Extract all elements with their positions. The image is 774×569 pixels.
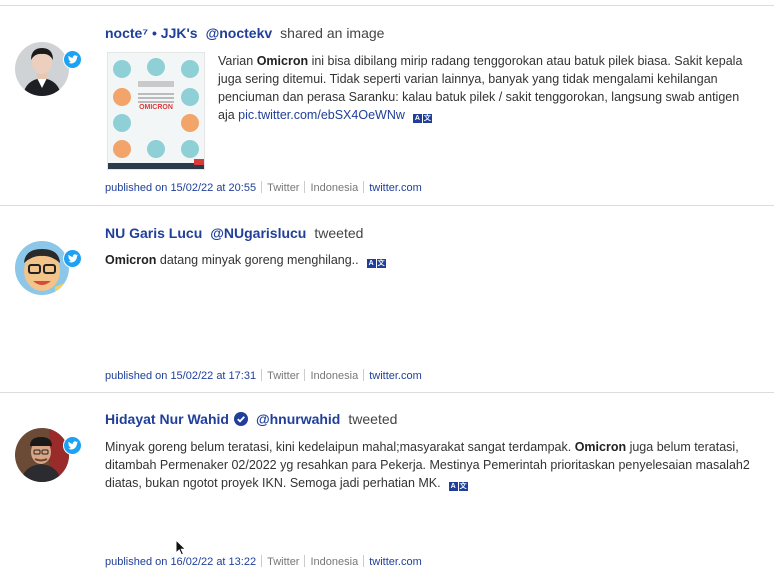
post-divider bbox=[0, 392, 774, 393]
country-label: Indonesia bbox=[310, 182, 359, 194]
keyword-highlight: Omicron bbox=[256, 54, 309, 68]
avatar[interactable] bbox=[15, 241, 69, 295]
domain-link[interactable]: twitter.com bbox=[369, 182, 422, 194]
author-handle[interactable]: @hnurwahid bbox=[256, 411, 340, 427]
author-name[interactable]: NU Garis Lucu bbox=[105, 225, 202, 241]
post-link[interactable]: pic.twitter.com/ebSX4OeWNw bbox=[238, 108, 405, 122]
post-meta: published on 16/02/22 at 13:22 Twitter Ind… bbox=[105, 555, 422, 568]
post-meta: published on 15/02/22 at 20:55 Twitter Ind… bbox=[105, 181, 422, 194]
top-divider bbox=[0, 5, 774, 6]
post-text: Minyak goreng belum teratasi, kini kedel… bbox=[105, 440, 750, 491]
country-label: Indonesia bbox=[310, 370, 359, 382]
verified-icon bbox=[233, 412, 248, 429]
country-label: Indonesia bbox=[310, 556, 359, 568]
post-header: nocte⁷ • JJK's @noctekv shared an image bbox=[105, 25, 384, 41]
twitter-icon bbox=[63, 249, 82, 268]
post-header: Hidayat Nur Wahid @hnurwahid tweeted bbox=[105, 411, 397, 429]
author-handle[interactable]: @NUgarislucu bbox=[210, 225, 306, 241]
twitter-icon bbox=[63, 436, 82, 455]
mouse-cursor-icon bbox=[175, 538, 187, 561]
post-image[interactable]: OMICRON bbox=[107, 52, 205, 170]
author-handle[interactable]: @noctekv bbox=[206, 25, 273, 41]
source-label: Twitter bbox=[267, 370, 300, 382]
translate-icon[interactable]: A文 bbox=[448, 482, 468, 491]
published-date[interactable]: published on 15/02/22 at 17:31 bbox=[105, 370, 256, 382]
post-action: tweeted bbox=[348, 411, 398, 427]
translate-icon[interactable]: A文 bbox=[412, 114, 432, 123]
domain-link[interactable]: twitter.com bbox=[369, 370, 422, 382]
avatar[interactable] bbox=[15, 428, 69, 482]
author-name[interactable]: nocte⁷ • JJK's bbox=[105, 25, 198, 41]
post-divider bbox=[0, 205, 774, 206]
source-label: Twitter bbox=[267, 182, 300, 194]
post-meta: published on 15/02/22 at 17:31 Twitter Ind… bbox=[105, 369, 422, 382]
avatar[interactable] bbox=[15, 42, 69, 96]
author-name[interactable]: Hidayat Nur Wahid bbox=[105, 411, 229, 427]
domain-link[interactable]: twitter.com bbox=[369, 556, 422, 568]
post-action: shared an image bbox=[280, 25, 385, 41]
post-header: NU Garis Lucu @NUgarislucu tweeted bbox=[105, 225, 363, 241]
image-title: OMICRON bbox=[139, 104, 173, 111]
twitter-icon bbox=[63, 50, 82, 69]
post-text: Varian Omicron ini bisa dibilang mirip r… bbox=[218, 54, 743, 123]
published-date[interactable]: published on 15/02/22 at 20:55 bbox=[105, 182, 256, 194]
source-label: Twitter bbox=[267, 556, 300, 568]
keyword-highlight: Omicron bbox=[574, 440, 627, 454]
keyword-highlight: Omicron bbox=[105, 253, 157, 267]
translate-icon[interactable]: A文 bbox=[366, 259, 386, 268]
post-action: tweeted bbox=[314, 225, 364, 241]
post-text: Omicron datang minyak goreng menghilang.… bbox=[105, 253, 386, 268]
